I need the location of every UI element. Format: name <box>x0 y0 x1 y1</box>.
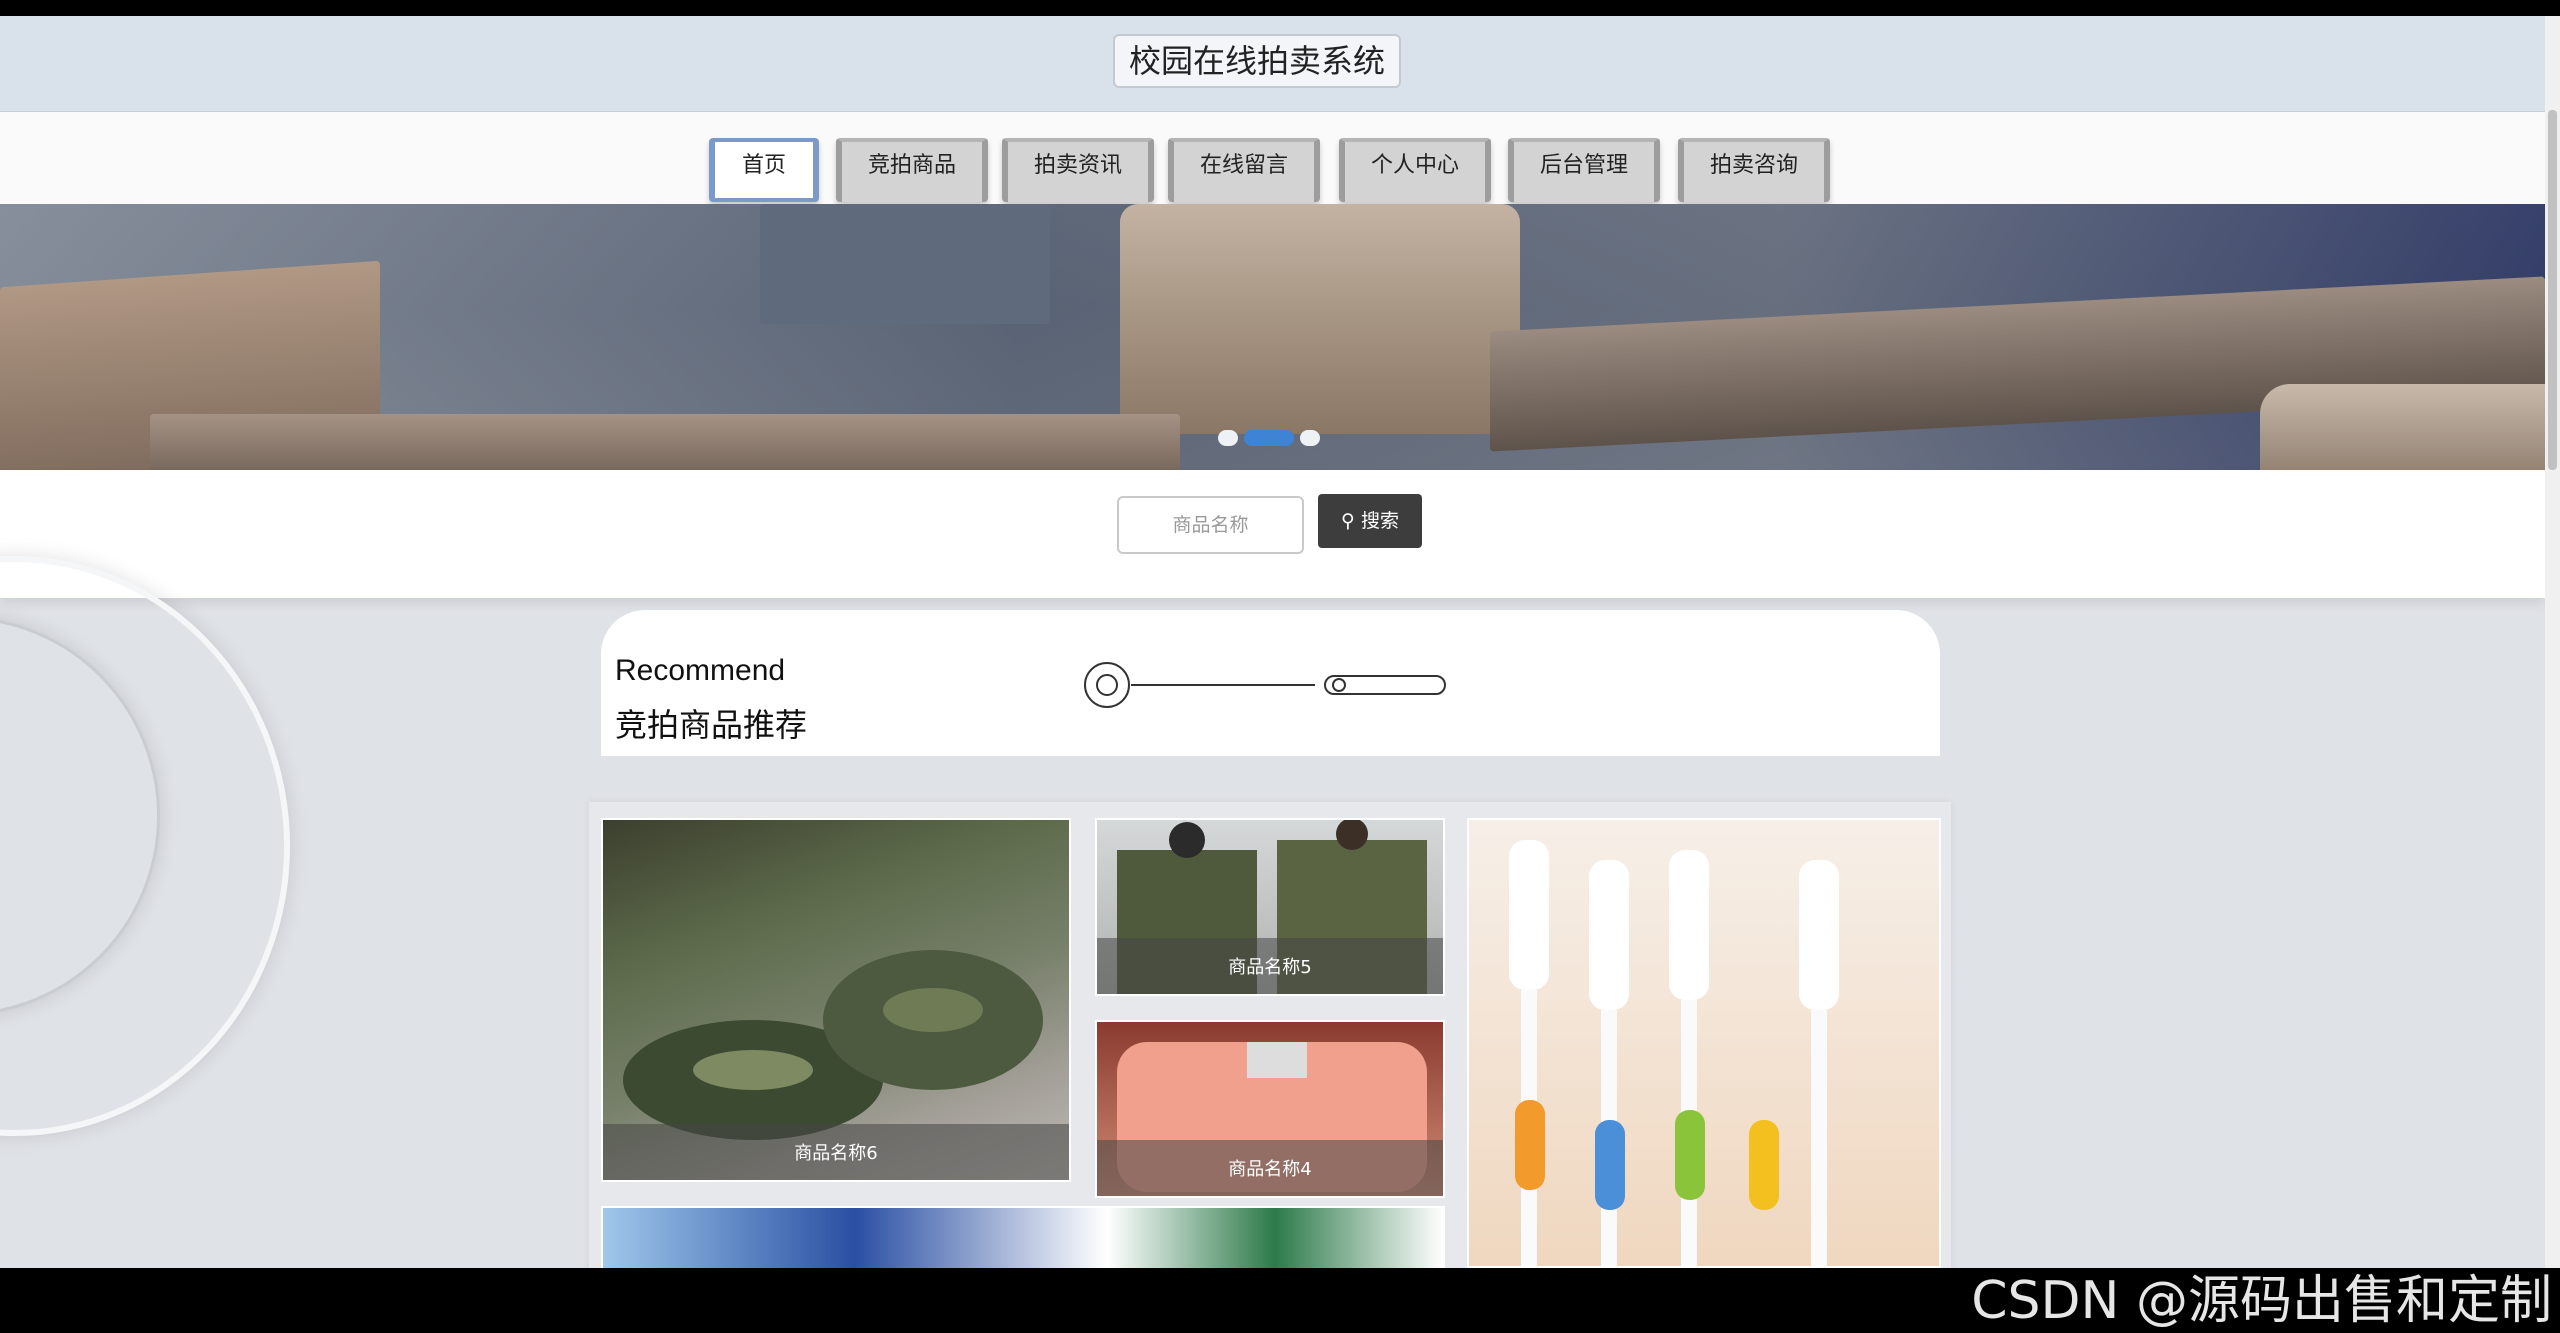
nav-auction-goods[interactable]: 竞拍商品 <box>836 138 988 202</box>
product-card-toothbrush[interactable] <box>1467 818 1941 1268</box>
product-image-toothbrushes <box>1509 840 1839 1266</box>
carousel-dot-1[interactable] <box>1218 430 1238 446</box>
product-caption: 商品名称6 <box>603 1124 1069 1180</box>
watermark: CSDN @源码出售和定制 <box>1971 1271 2552 1331</box>
recommend-title-cn: 竞拍商品推荐 <box>615 706 808 744</box>
nav-auction-news[interactable]: 拍卖资讯 <box>1002 138 1154 202</box>
carousel-dot-2[interactable] <box>1244 430 1294 446</box>
product-card-4[interactable]: 商品名称4 <box>1095 1020 1445 1198</box>
banner-chair-center <box>1120 204 1520 434</box>
nav-admin[interactable]: 后台管理 <box>1508 138 1660 202</box>
product-card-toothpaste[interactable] <box>601 1206 1445 1268</box>
nav-profile[interactable]: 个人中心 <box>1339 138 1491 202</box>
banner-carousel[interactable] <box>0 204 2545 470</box>
nav-consult[interactable]: 拍卖咨询 <box>1678 138 1830 202</box>
recommend-divider-icon <box>1084 662 1446 708</box>
search-icon: ⚲ <box>1341 510 1355 532</box>
carousel-dot-3[interactable] <box>1300 430 1320 446</box>
product-caption: 商品名称5 <box>1097 938 1443 994</box>
product-card-6[interactable]: 商品名称6 <box>601 818 1071 1182</box>
search-button[interactable]: ⚲ 搜索 <box>1318 494 1422 548</box>
main-nav: 首页 竞拍商品 拍卖资讯 在线留言 个人中心 后台管理 拍卖咨询 <box>0 112 2545 204</box>
search-bar: 商品名称 ⚲ 搜索 <box>0 470 2545 598</box>
recommend-header: Recommend 竞拍商品推荐 <box>601 610 1940 756</box>
site-header: 校园在线拍卖系统 <box>0 16 2545 112</box>
banner-chair-right <box>2260 384 2545 470</box>
product-caption: 商品名称4 <box>1097 1140 1443 1196</box>
page-viewport: 校园在线拍卖系统 首页 竞拍商品 拍卖资讯 在线留言 个人中心 后台管理 拍卖咨… <box>0 16 2545 1268</box>
recommend-title-en: Recommend <box>615 654 786 687</box>
nav-home[interactable]: 首页 <box>709 138 819 202</box>
scrollbar-thumb[interactable] <box>2548 110 2557 470</box>
nav-messages[interactable]: 在线留言 <box>1168 138 1320 202</box>
product-card-5[interactable]: 商品名称5 <box>1095 818 1445 996</box>
banner-desk-left <box>150 414 1180 470</box>
site-title: 校园在线拍卖系统 <box>1113 34 1402 88</box>
search-input[interactable]: 商品名称 <box>1117 496 1304 554</box>
search-button-label: 搜索 <box>1360 510 1399 532</box>
banner-cabinet <box>760 204 1050 324</box>
